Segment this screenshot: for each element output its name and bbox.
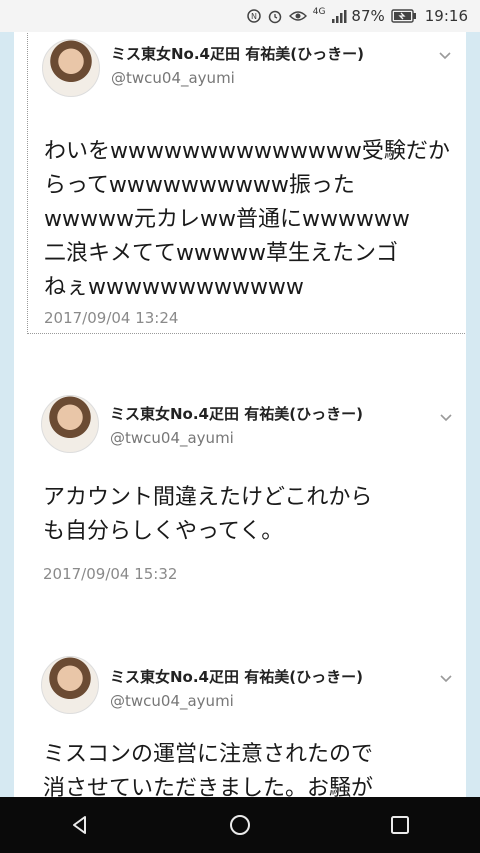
chevron-down-icon[interactable]: [439, 672, 453, 686]
tweet-card[interactable]: ミス東女No.4疋田 有祐美(ひっきー) @twcu04_ayumi わいをww…: [27, 32, 466, 334]
avatar[interactable]: [41, 395, 99, 453]
recents-icon: [391, 816, 409, 834]
user-handle[interactable]: @twcu04_ayumi: [110, 692, 234, 710]
eye-comfort-icon: [288, 9, 307, 23]
back-icon: [73, 816, 86, 834]
avatar[interactable]: [41, 656, 99, 714]
home-icon: [230, 815, 250, 835]
tweet-text: アカウント間違えたけどこれから も自分らしくやってく。: [43, 485, 373, 544]
home-button[interactable]: [210, 805, 270, 845]
network-type-label: 4G: [312, 7, 326, 17]
tweet-card[interactable]: ミス東女No.4疋田 有祐美(ひっきー) @twcu04_ayumi アカウント…: [27, 377, 466, 637]
battery-saver-icon: [391, 9, 417, 23]
avatar[interactable]: [42, 39, 100, 97]
status-bar: N 4G 87% 19:16: [0, 0, 480, 32]
chevron-down-icon[interactable]: [439, 411, 453, 425]
battery-percentage: 87%: [351, 7, 385, 25]
display-name[interactable]: ミス東女No.4疋田 有祐美(ひっきー): [111, 43, 364, 64]
tweet-timestamp[interactable]: 2017/09/04 15:32: [43, 565, 177, 583]
recents-button[interactable]: [370, 805, 430, 845]
user-handle[interactable]: @twcu04_ayumi: [111, 69, 235, 87]
display-name[interactable]: ミス東女No.4疋田 有祐美(ひっきー): [110, 666, 363, 687]
alarm-icon: [267, 8, 283, 24]
navigation-bar: [0, 797, 480, 853]
svg-text:N: N: [251, 12, 257, 21]
tweet-feed: ミス東女No.4疋田 有祐美(ひっきー) @twcu04_ayumi わいをww…: [14, 32, 466, 797]
user-handle[interactable]: @twcu04_ayumi: [110, 429, 234, 447]
chevron-down-icon[interactable]: [438, 49, 452, 63]
nfc-icon: N: [246, 9, 261, 23]
display-name[interactable]: ミス東女No.4疋田 有祐美(ひっきー): [110, 403, 363, 424]
signal-icon: [331, 9, 347, 23]
tweet-text: わいをwwwwwwwwwwwwww受験だか らってwwwwwwwwww振った w…: [44, 139, 450, 300]
clock: 19:16: [424, 7, 468, 25]
tweet-timestamp[interactable]: 2017/09/04 13:24: [44, 309, 178, 327]
tweet-text: ミスコンの運営に注意されたので 消させていただきました。お騒が: [43, 742, 374, 797]
back-button[interactable]: [50, 805, 110, 845]
tweet-card[interactable]: ミス東女No.4疋田 有祐美(ひっきー) @twcu04_ayumi ミスコンの…: [27, 642, 466, 797]
